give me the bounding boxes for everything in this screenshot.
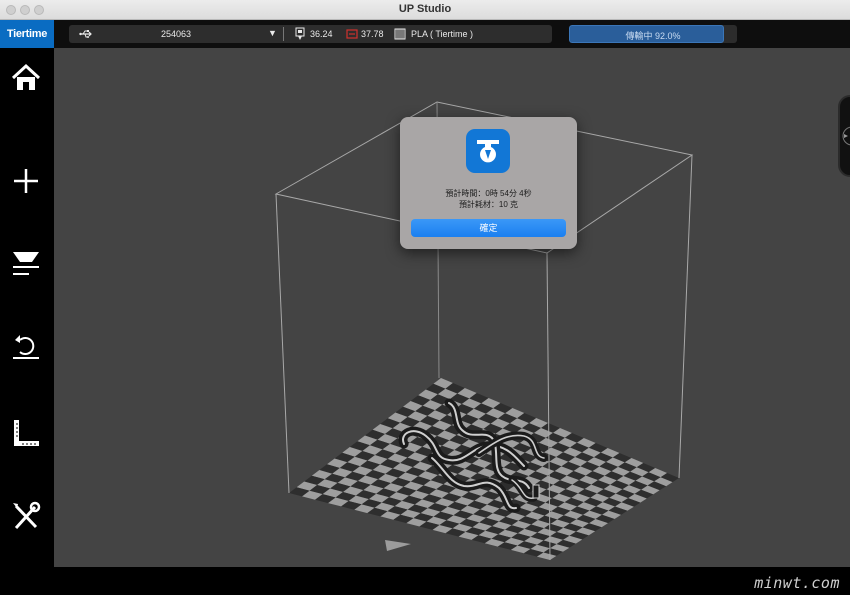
estimated-time: 預計時間：0時 54分 4秒	[445, 189, 532, 198]
material-label: PLA ( Tiertime )	[411, 29, 474, 39]
home-icon	[11, 63, 41, 90]
filament-icon	[394, 28, 406, 42]
top-toolbar: Tiertime 254063 ▼ 36.24 37.78 PLA (Tier…	[0, 20, 850, 48]
bed-temperature-icon	[346, 28, 358, 42]
window-title: UP Studio	[398, 3, 452, 15]
reset-button[interactable]	[8, 330, 44, 366]
nozzle-temperature-icon	[295, 27, 307, 43]
home-button[interactable]	[8, 60, 44, 96]
usb-icon	[79, 27, 93, 43]
print-estimate-dialog: 預計時間：0時 54分 4秒 預計耗材：10 克 確定	[400, 117, 577, 249]
bed-temperature: 37.78	[361, 29, 384, 39]
brand-logo: Tiertime	[0, 20, 54, 48]
build-plate	[289, 378, 679, 560]
estimated-material: 預計耗材：10 克	[458, 200, 519, 209]
add-model-button[interactable]	[8, 163, 44, 199]
app-window: UP Studio Tiertime 254063 ▼ 36.24 37.78 …	[0, 0, 850, 595]
watermark: minwt.com	[754, 574, 840, 592]
calibrate-icon	[14, 420, 39, 446]
add-icon	[14, 169, 38, 193]
maintenance-button[interactable]	[8, 498, 44, 534]
print-button[interactable]	[8, 246, 44, 282]
printer-id: 254063	[161, 29, 192, 39]
undo-icon	[13, 335, 39, 359]
transfer-progress-bar: 傳輸中 92.0%	[569, 25, 737, 43]
front-direction-marker	[385, 540, 411, 551]
progress-label: 傳輸中 92.0%	[625, 31, 681, 41]
app-icon	[466, 129, 510, 173]
status-strip: minwt.com	[54, 567, 850, 595]
view-orientation-gizmo[interactable]	[838, 95, 850, 177]
nozzle-temperature: 36.24	[310, 29, 333, 39]
title-bar: UP Studio	[0, 0, 850, 20]
printer-status-bar[interactable]: 254063 ▼ 36.24 37.78 PLA (Tiertime)	[69, 25, 552, 43]
print-icon	[13, 252, 39, 275]
calibrate-button[interactable]	[8, 415, 44, 451]
sidebar	[0, 48, 54, 595]
ok-button[interactable]: 確定	[411, 219, 566, 237]
tiertime-logo-icon	[477, 140, 499, 163]
tools-icon	[13, 501, 41, 530]
divider	[283, 27, 284, 41]
chevron-down-icon[interactable]: ▼	[268, 28, 277, 38]
